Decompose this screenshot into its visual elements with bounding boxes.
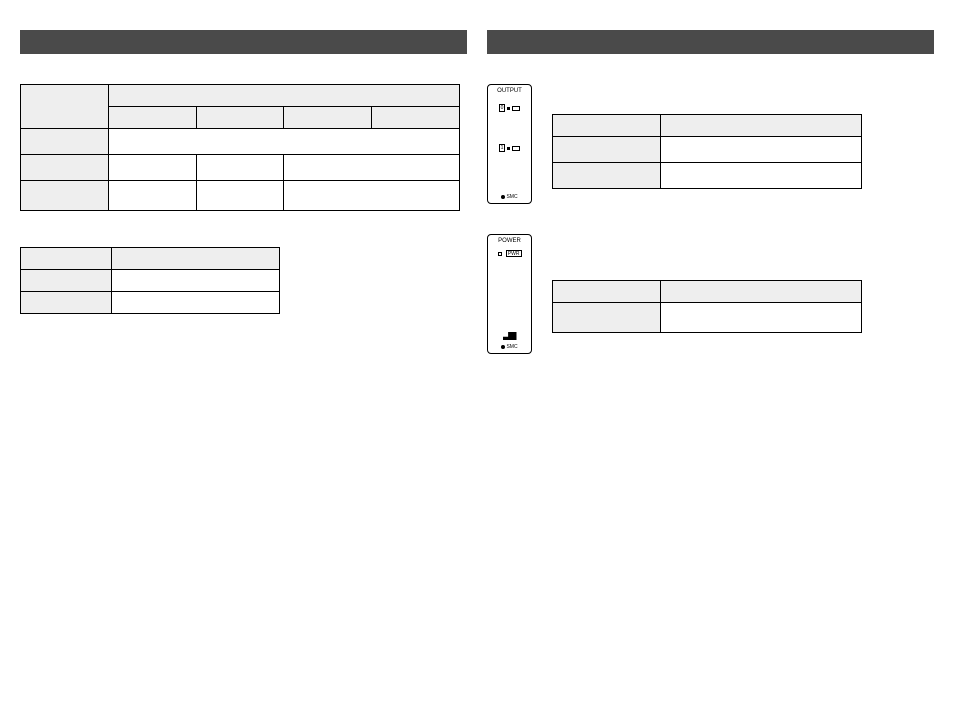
device-power-brand: SMC (501, 344, 517, 350)
pwr-label: PWR (506, 250, 522, 257)
t4-r2c1 (553, 303, 661, 333)
t3-r3c2 (661, 163, 862, 189)
output-section: OUTPUT 0 1 SMC (487, 84, 934, 204)
switch-icon (503, 332, 517, 340)
t1-r5c1 (21, 181, 109, 211)
brand-text-2: SMC (506, 344, 517, 350)
right-column: OUTPUT 0 1 SMC (487, 30, 934, 354)
device-power: POWER PWR SMC (487, 234, 532, 354)
t1-r1c2 (108, 85, 459, 107)
device-output-title: OUTPUT (497, 88, 522, 94)
t3-r1c1 (553, 115, 661, 137)
t3-r2c1 (553, 137, 661, 163)
t4-r1c1 (553, 281, 661, 303)
t1-r5c2 (108, 181, 196, 211)
t3-r2c2 (661, 137, 862, 163)
right-header-bar (487, 30, 934, 54)
device-output: OUTPUT 0 1 SMC (487, 84, 532, 204)
t2-r1c2 (111, 248, 279, 270)
t1-r3c2 (108, 129, 459, 155)
t1-r4c3 (196, 155, 284, 181)
table-1 (20, 84, 460, 211)
t2-r2c2 (111, 270, 279, 292)
power-section: POWER PWR SMC (487, 234, 934, 354)
t1-r4c2 (108, 155, 196, 181)
t1-r5c3 (196, 181, 284, 211)
led1-box-icon (512, 146, 520, 151)
t3-r1c2 (661, 115, 862, 137)
led1-num: 1 (499, 144, 506, 152)
t1-r2c2 (108, 107, 196, 129)
left-column (20, 30, 467, 354)
device-power-title: POWER (498, 238, 521, 244)
t1-r4c4 (284, 155, 460, 181)
t2-r3c1 (21, 292, 112, 314)
table-3 (552, 114, 862, 189)
t3-r3c1 (553, 163, 661, 189)
brand-bullet-icon (501, 195, 505, 199)
brand-bullet-icon-2 (501, 345, 505, 349)
table-4 (552, 280, 862, 333)
led1-icon (507, 147, 510, 150)
brand-text: SMC (506, 194, 517, 200)
led0-icon (507, 107, 510, 110)
t1-r3c1 (21, 129, 109, 155)
pwr-led-icon (498, 252, 502, 256)
t1-r4c1 (21, 155, 109, 181)
t2-r3c2 (111, 292, 279, 314)
t1-r1c1 (21, 85, 109, 129)
t2-r2c1 (21, 270, 112, 292)
led0-num: 0 (499, 104, 506, 112)
device-output-brand: SMC (501, 194, 517, 200)
page: OUTPUT 0 1 SMC (0, 0, 954, 384)
led-row-1: 1 (499, 144, 521, 152)
t1-r2c5 (372, 107, 460, 129)
led0-box-icon (512, 106, 520, 111)
left-header-bar (20, 30, 467, 54)
t1-r2c3 (196, 107, 284, 129)
table-2 (20, 247, 280, 314)
t1-r2c4 (284, 107, 372, 129)
t1-r5c4 (284, 181, 460, 211)
t4-r2c2 (661, 303, 862, 333)
led-row-0: 0 (499, 104, 521, 112)
t2-r1c1 (21, 248, 112, 270)
t4-r1c2 (661, 281, 862, 303)
